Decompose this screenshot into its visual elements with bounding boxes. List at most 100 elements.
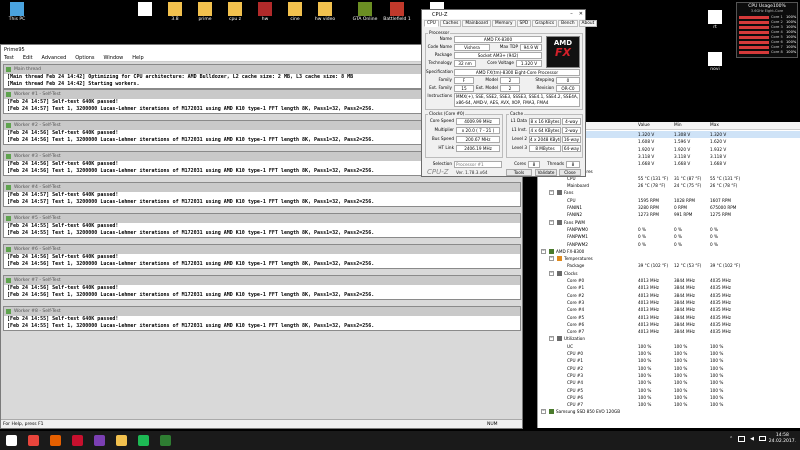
tree-expand-icon[interactable]: − — [541, 248, 546, 254]
close-icon[interactable]: ✕ — [579, 11, 583, 17]
processor-select[interactable]: Processor #1 — [454, 161, 502, 168]
mdi-caption[interactable]: Worker #5 - Self-Test — [4, 214, 520, 223]
tab-mainboard[interactable]: Mainboard — [462, 20, 492, 27]
taskbar-app-green-icon[interactable] — [138, 435, 149, 446]
mdi-caption[interactable]: Worker #7 - Self-Test — [4, 276, 520, 285]
clock[interactable]: 14:58 24.02.2017. — [769, 433, 796, 445]
sensor-row[interactable]: CPU #2 100 % 100 % 100 % — [538, 365, 800, 372]
device-node[interactable]: − Samsung SSD 850 EVO 120GB — [538, 408, 800, 415]
sensor-row[interactable]: CPU #3 100 % 100 % 100 % — [538, 372, 800, 379]
tab-spd[interactable]: SPD — [516, 20, 532, 27]
desktop-icon[interactable]: This PC — [0, 2, 34, 22]
taskbar-app-dark-icon[interactable] — [160, 435, 171, 446]
mdi-caption[interactable]: Worker #8 - Self-Test — [4, 307, 520, 316]
taskbar-app-purple-icon[interactable] — [94, 435, 105, 446]
sensor-row[interactable]: CPU #0 100 % 100 % 100 % — [538, 350, 800, 357]
tree-expand-icon[interactable]: − — [541, 409, 546, 415]
tree-expand-icon[interactable]: − — [549, 256, 554, 262]
sensor-row[interactable]: CPU #1 100 % 100 % 100 % — [538, 357, 800, 364]
device-node[interactable]: − AMD FX-8300 — [538, 248, 800, 255]
menu-item[interactable]: Window — [104, 55, 124, 61]
mdi-caption[interactable]: Worker #6 - Self-Test — [4, 245, 520, 254]
taskbar-firefox-icon[interactable] — [50, 435, 61, 446]
close-button[interactable]: Close — [559, 169, 581, 176]
chevron-up-icon[interactable]: ⌃ — [729, 436, 733, 442]
tab-graphics[interactable]: Graphics — [532, 20, 558, 27]
worker-window[interactable]: Worker #8 - Self-Test [Feb 24 14:55] Self… — [3, 306, 521, 331]
sensor-row[interactable]: CPU #5 100 % 100 % 100 % — [538, 387, 800, 394]
desktop-icon[interactable]: Battlefield 1 — [380, 2, 414, 22]
sensor-group[interactable]: − Fans — [538, 189, 800, 196]
col-max[interactable]: Max — [710, 123, 719, 128]
sensor-row[interactable]: CPU #4 100 % 100 % 100 % — [538, 379, 800, 386]
sensor-row[interactable]: Core #6 4013 MHz 3844 MHz 4035 MHz — [538, 321, 800, 328]
sensor-row[interactable]: Core #1 4013 MHz 3844 MHz 4035 MHz — [538, 284, 800, 291]
tab-memory[interactable]: Memory — [492, 20, 516, 27]
sensor-row[interactable]: CPU 1595 RPM 1028 RPM 1607 RPM — [538, 197, 800, 204]
col-min[interactable]: Min — [674, 123, 682, 128]
sensor-group[interactable]: − Utilization — [538, 335, 800, 342]
minimize-button[interactable]: – — [570, 11, 573, 17]
validate-button[interactable]: Validate — [535, 169, 557, 176]
sensor-row[interactable]: FANIN1 3280 RPM 0 RPM 675000 RPM — [538, 204, 800, 211]
desktop-icon[interactable]: rt — [698, 10, 732, 30]
worker-window[interactable]: Worker #7 - Self-Test [Feb 24 14:56] Self… — [3, 275, 521, 300]
worker-window[interactable]: Worker #5 - Self-Test [Feb 24 14:55] Self… — [3, 213, 521, 238]
sensor-row[interactable]: UC 100 % 100 % 100 % — [538, 343, 800, 350]
taskbar-explorer-icon[interactable] — [116, 435, 127, 446]
menu-item[interactable]: Test — [4, 55, 14, 61]
sensor-row[interactable]: Package 39 °C (102 °F) 12 °C (53 °F) 39 °C … — [538, 262, 800, 269]
tree-expand-icon[interactable]: − — [549, 270, 554, 276]
taskbar-chrome-icon[interactable] — [28, 435, 39, 446]
col-value[interactable]: Value — [638, 123, 650, 128]
cpuz-window[interactable]: CPU-Z – ✕ CPU Caches Mainboard Memory SPD Grap… — [421, 9, 598, 177]
taskbar-start-icon[interactable] — [6, 435, 17, 446]
menu-item[interactable]: Help — [132, 55, 143, 61]
desktop-icon[interactable]: cine — [278, 2, 312, 22]
volume-icon[interactable]: ◀ — [750, 436, 754, 442]
worker-window[interactable]: Worker #6 - Self-Test [Feb 24 14:56] Self… — [3, 244, 521, 269]
sensor-row[interactable]: Core #2 4013 MHz 3844 MHz 4035 MHz — [538, 292, 800, 299]
sensor-group[interactable]: − Fans PWM — [538, 219, 800, 226]
desktop-icon[interactable]: hw — [248, 2, 282, 22]
sensor-row[interactable]: Core #5 4013 MHz 3844 MHz 4035 MHz — [538, 314, 800, 321]
desktop-icon[interactable] — [128, 2, 162, 17]
worker-window[interactable]: Worker #4 - Self-Test [Feb 24 14:57] Self… — [3, 182, 521, 207]
sensor-row[interactable]: Core #7 4013 MHz 3844 MHz 4035 MHz — [538, 328, 800, 335]
sensor-row[interactable]: Core #3 4013 MHz 3844 MHz 4035 MHz — [538, 299, 800, 306]
mdi-caption[interactable]: Worker #4 - Self-Test — [4, 183, 520, 192]
sensor-row[interactable]: Core #0 4013 MHz 3844 MHz 4035 MHz — [538, 277, 800, 284]
tab-about[interactable]: About — [578, 20, 598, 27]
sensor-row[interactable]: FANPWM2 0 % 0 % 0 % — [538, 241, 800, 248]
sensor-row[interactable]: FANIN2 1273 RPM 991 RPM 1275 RPM — [538, 211, 800, 218]
menu-item[interactable]: Edit — [23, 55, 33, 61]
tab-caches[interactable]: Caches — [439, 20, 462, 27]
tree-expand-icon[interactable]: − — [549, 190, 554, 196]
desktop-icon[interactable]: novi — [698, 52, 732, 72]
tree-expand-icon[interactable]: − — [549, 219, 554, 225]
sensor-group[interactable]: − Clocks — [538, 270, 800, 277]
desktop-icon[interactable]: cpu z — [218, 2, 252, 22]
cpuz-titlebar[interactable]: CPU-Z – ✕ — [422, 10, 585, 19]
sensor-row[interactable]: Mainboard 26 °C (78 °F) 24 °C (75 °F) 26 °C… — [538, 182, 800, 189]
tab-bench[interactable]: Bench — [558, 20, 578, 27]
taskbar-app-red-icon[interactable] — [72, 435, 83, 446]
sensor-row[interactable]: CPU #7 100 % 100 % 100 % — [538, 401, 800, 408]
menu-item[interactable]: Options — [75, 55, 94, 61]
desktop-icon[interactable]: 3.8 — [158, 2, 192, 22]
sensor-row[interactable]: Core #4 4013 MHz 3844 MHz 4035 MHz — [538, 306, 800, 313]
sensor-min: 0 RPM — [674, 205, 688, 210]
sensor-row[interactable]: CPU #6 100 % 100 % 100 % — [538, 394, 800, 401]
tree-expand-icon[interactable]: − — [549, 336, 554, 342]
network-icon[interactable] — [738, 436, 746, 442]
tab-cpu[interactable]: CPU — [424, 20, 439, 27]
sensor-row[interactable]: FANPWM0 0 % 0 % 0 % — [538, 226, 800, 233]
desktop-icon[interactable]: prime — [188, 2, 222, 22]
desktop-icon[interactable]: hw video — [308, 2, 342, 22]
keyboard-icon[interactable] — [759, 436, 766, 441]
sensor-row[interactable]: FANPWM1 0 % 0 % 0 % — [538, 233, 800, 240]
menu-item[interactable]: Advanced — [42, 55, 67, 61]
desktop-icon[interactable]: GTA Online — [348, 2, 382, 22]
sensor-group[interactable]: − Temperatures — [538, 255, 800, 262]
tools-button[interactable]: Tools — [506, 169, 532, 176]
